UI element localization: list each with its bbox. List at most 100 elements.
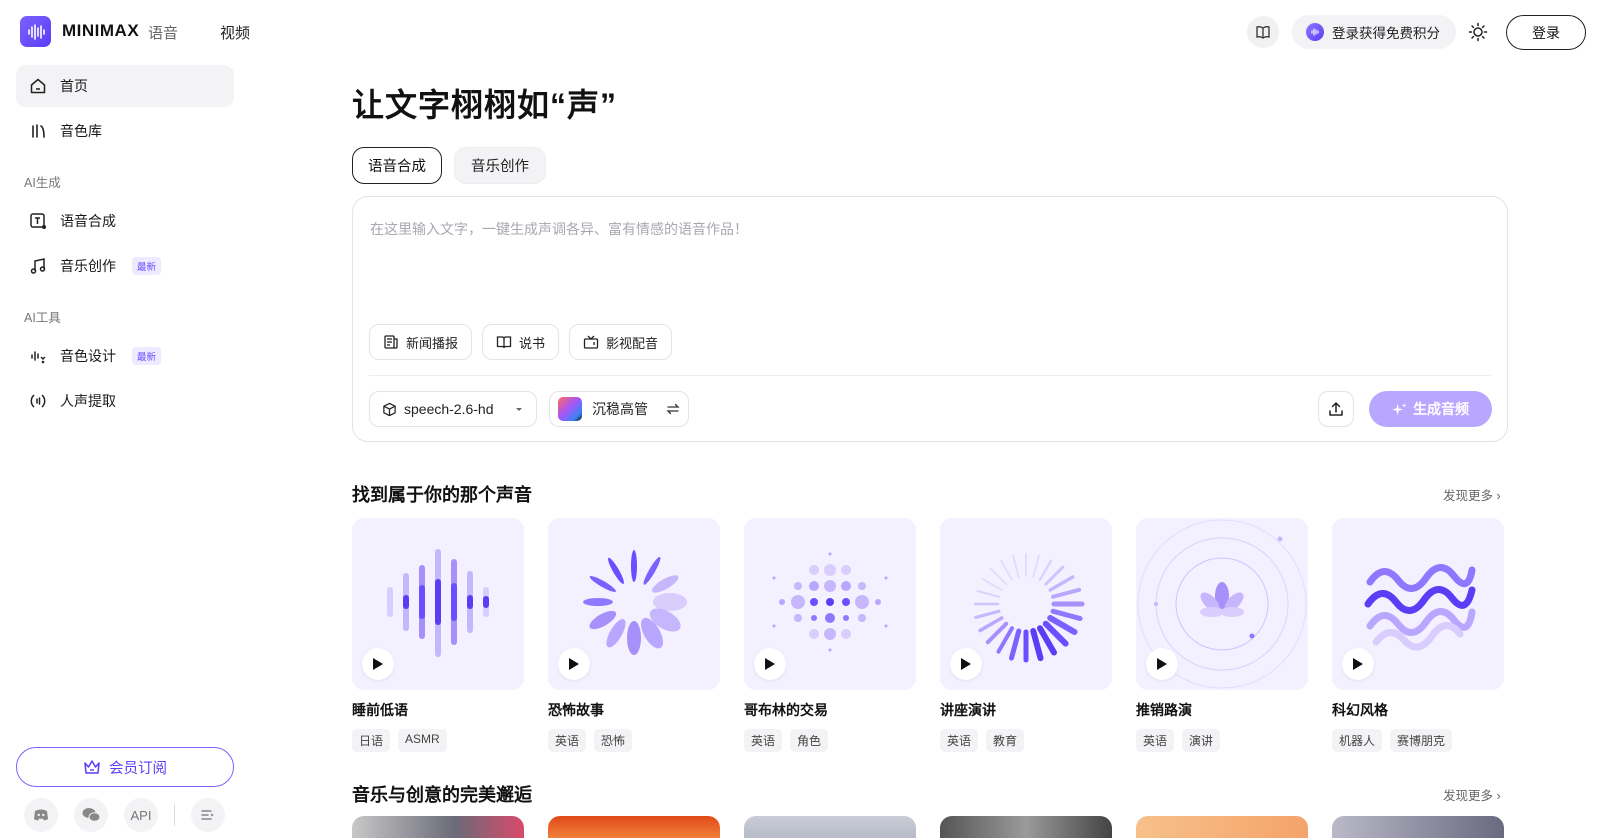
sidebar-item-label: 音乐创作	[60, 258, 116, 274]
membership-button[interactable]: 会员订阅	[16, 747, 234, 787]
preset-storytelling-chip[interactable]: 说书	[482, 324, 560, 360]
section-ai-gen-heading: AI生成	[24, 176, 61, 190]
chevron-down-icon	[516, 408, 522, 411]
voice-tag: ASMR	[398, 729, 447, 752]
vocal-extract-icon	[28, 391, 48, 411]
model-select[interactable]: speech-2.6-hd	[369, 391, 537, 427]
crown-icon	[84, 760, 100, 774]
upload-button[interactable]	[1318, 391, 1354, 427]
voice-card-name: 睡前低语	[352, 702, 408, 718]
sidebar-item-vocal-extract[interactable]: 人声提取	[16, 380, 234, 422]
voice-select[interactable]: 沉稳高管	[549, 391, 689, 427]
theme-toggle-button[interactable]	[1466, 20, 1490, 44]
minimax-logo-icon[interactable]	[20, 16, 51, 47]
brand-name[interactable]: MINIMAX	[62, 21, 139, 41]
text-editor-panel: 在这里输入文字，一键生成声调各异、富有情感的语音作品！ 新闻播报 说书 影视配音…	[352, 196, 1508, 442]
voice-design-icon	[28, 346, 48, 366]
voice-card[interactable]: 恐怖故事 英语 恐怖	[548, 518, 720, 752]
model-value: speech-2.6-hd	[404, 401, 494, 417]
voice-card-art	[1136, 518, 1308, 690]
preset-film-dubbing-chip[interactable]: 影视配音	[569, 324, 673, 360]
brand-sub[interactable]: 语音	[148, 22, 178, 43]
discord-button[interactable]	[24, 798, 58, 832]
voice-card[interactable]: 推销路演 英语 演讲	[1136, 518, 1308, 752]
upload-icon	[1329, 402, 1343, 416]
wechat-button[interactable]	[74, 798, 108, 832]
sidebar-item-voice-library[interactable]: 音色库	[16, 110, 234, 152]
play-icon	[1157, 658, 1167, 670]
tab-speech-synthesis[interactable]: 语音合成	[352, 147, 442, 184]
play-button[interactable]	[362, 648, 394, 680]
play-button[interactable]	[1342, 648, 1374, 680]
voice-card-art	[352, 518, 524, 690]
play-button[interactable]	[950, 648, 982, 680]
text-input[interactable]: 在这里输入文字，一键生成声调各异、富有情感的语音作品！	[370, 219, 748, 239]
sun-icon	[1468, 22, 1488, 42]
minimax-dot-icon	[1306, 23, 1324, 41]
voice-card-name: 恐怖故事	[548, 702, 604, 718]
music-card[interactable]	[1136, 816, 1308, 838]
collapse-menu-icon	[201, 810, 214, 820]
sidebar-item-music-creation[interactable]: 音乐创作 最新	[16, 245, 234, 287]
music-card[interactable]	[940, 816, 1112, 838]
login-button[interactable]: 登录	[1506, 15, 1586, 50]
sidebar-item-label: 音色库	[60, 123, 102, 139]
play-button[interactable]	[558, 648, 590, 680]
sidebar-item-home[interactable]: 首页	[16, 65, 234, 107]
open-book-icon	[496, 336, 512, 349]
voice-card[interactable]: 睡前低语 日语 ASMR	[352, 518, 524, 752]
discover-more-music-link[interactable]: 发现更多 ›	[1443, 785, 1501, 804]
sidebar-item-speech-synthesis[interactable]: 语音合成	[16, 200, 234, 242]
new-badge: 最新	[132, 347, 162, 365]
play-button[interactable]	[754, 648, 786, 680]
voice-tag: 英语	[548, 729, 587, 752]
guide-book-button[interactable]	[1247, 16, 1279, 48]
play-button[interactable]	[1146, 648, 1178, 680]
section-ai-tools-heading: AI工具	[24, 311, 61, 325]
voice-card[interactable]: 科幻风格 机器人 赛博朋克	[1332, 518, 1504, 752]
section-voices-title: 找到属于你的那个声音	[352, 485, 532, 505]
sidebar-item-voice-design[interactable]: 音色设计 最新	[16, 335, 234, 377]
voice-tag: 英语	[940, 729, 979, 752]
api-button[interactable]: API	[124, 798, 158, 832]
chip-label: 说书	[519, 335, 546, 351]
sidebar-item-label: 音色设计	[60, 348, 116, 364]
music-card[interactable]	[1332, 816, 1504, 838]
voice-card-art	[940, 518, 1112, 690]
voice-tag: 恐怖	[594, 729, 633, 752]
book-icon	[1256, 26, 1270, 39]
voice-card-art	[744, 518, 916, 690]
generate-audio-button[interactable]: 生成音频	[1369, 391, 1492, 427]
voice-card-name: 讲座演讲	[940, 702, 996, 718]
voice-tag: 英语	[744, 729, 783, 752]
play-icon	[569, 658, 579, 670]
footer-divider	[174, 804, 175, 826]
discover-more-voices-link[interactable]: 发现更多 ›	[1443, 485, 1501, 504]
play-icon	[373, 658, 383, 670]
music-card[interactable]	[744, 816, 916, 838]
nav-video-link[interactable]: 视频	[220, 22, 250, 43]
tab-music-creation[interactable]: 音乐创作	[454, 147, 546, 184]
sidebar-item-label: 语音合成	[60, 213, 116, 229]
newspaper-icon	[384, 335, 398, 349]
sidebar: 首页 音色库 AI生成 语音合成 音乐创作 最新 AI工具 音色设计 最新 人声…	[0, 62, 250, 838]
free-credits-button[interactable]: 登录获得免费积分	[1292, 15, 1456, 49]
voice-tag: 英语	[1136, 729, 1175, 752]
play-icon	[765, 658, 775, 670]
chip-label: 新闻播报	[406, 335, 459, 351]
cube-icon	[383, 402, 396, 416]
library-bars-icon	[28, 121, 48, 141]
voice-value: 沉稳高管	[592, 401, 648, 417]
menu-toggle-button[interactable]	[191, 798, 225, 832]
text-to-speech-icon	[28, 211, 48, 231]
music-card[interactable]	[352, 816, 524, 838]
credits-label: 登录获得免费积分	[1332, 26, 1440, 41]
voice-card[interactable]: 讲座演讲 英语 教育	[940, 518, 1112, 752]
membership-label: 会员订阅	[109, 760, 167, 777]
voice-card[interactable]: 哥布林的交易 英语 角色	[744, 518, 916, 752]
preset-news-chip[interactable]: 新闻播报	[369, 324, 473, 360]
voice-card-art	[548, 518, 720, 690]
voice-tag: 日语	[352, 729, 391, 752]
music-card[interactable]	[548, 816, 720, 838]
swap-icon	[666, 403, 680, 415]
